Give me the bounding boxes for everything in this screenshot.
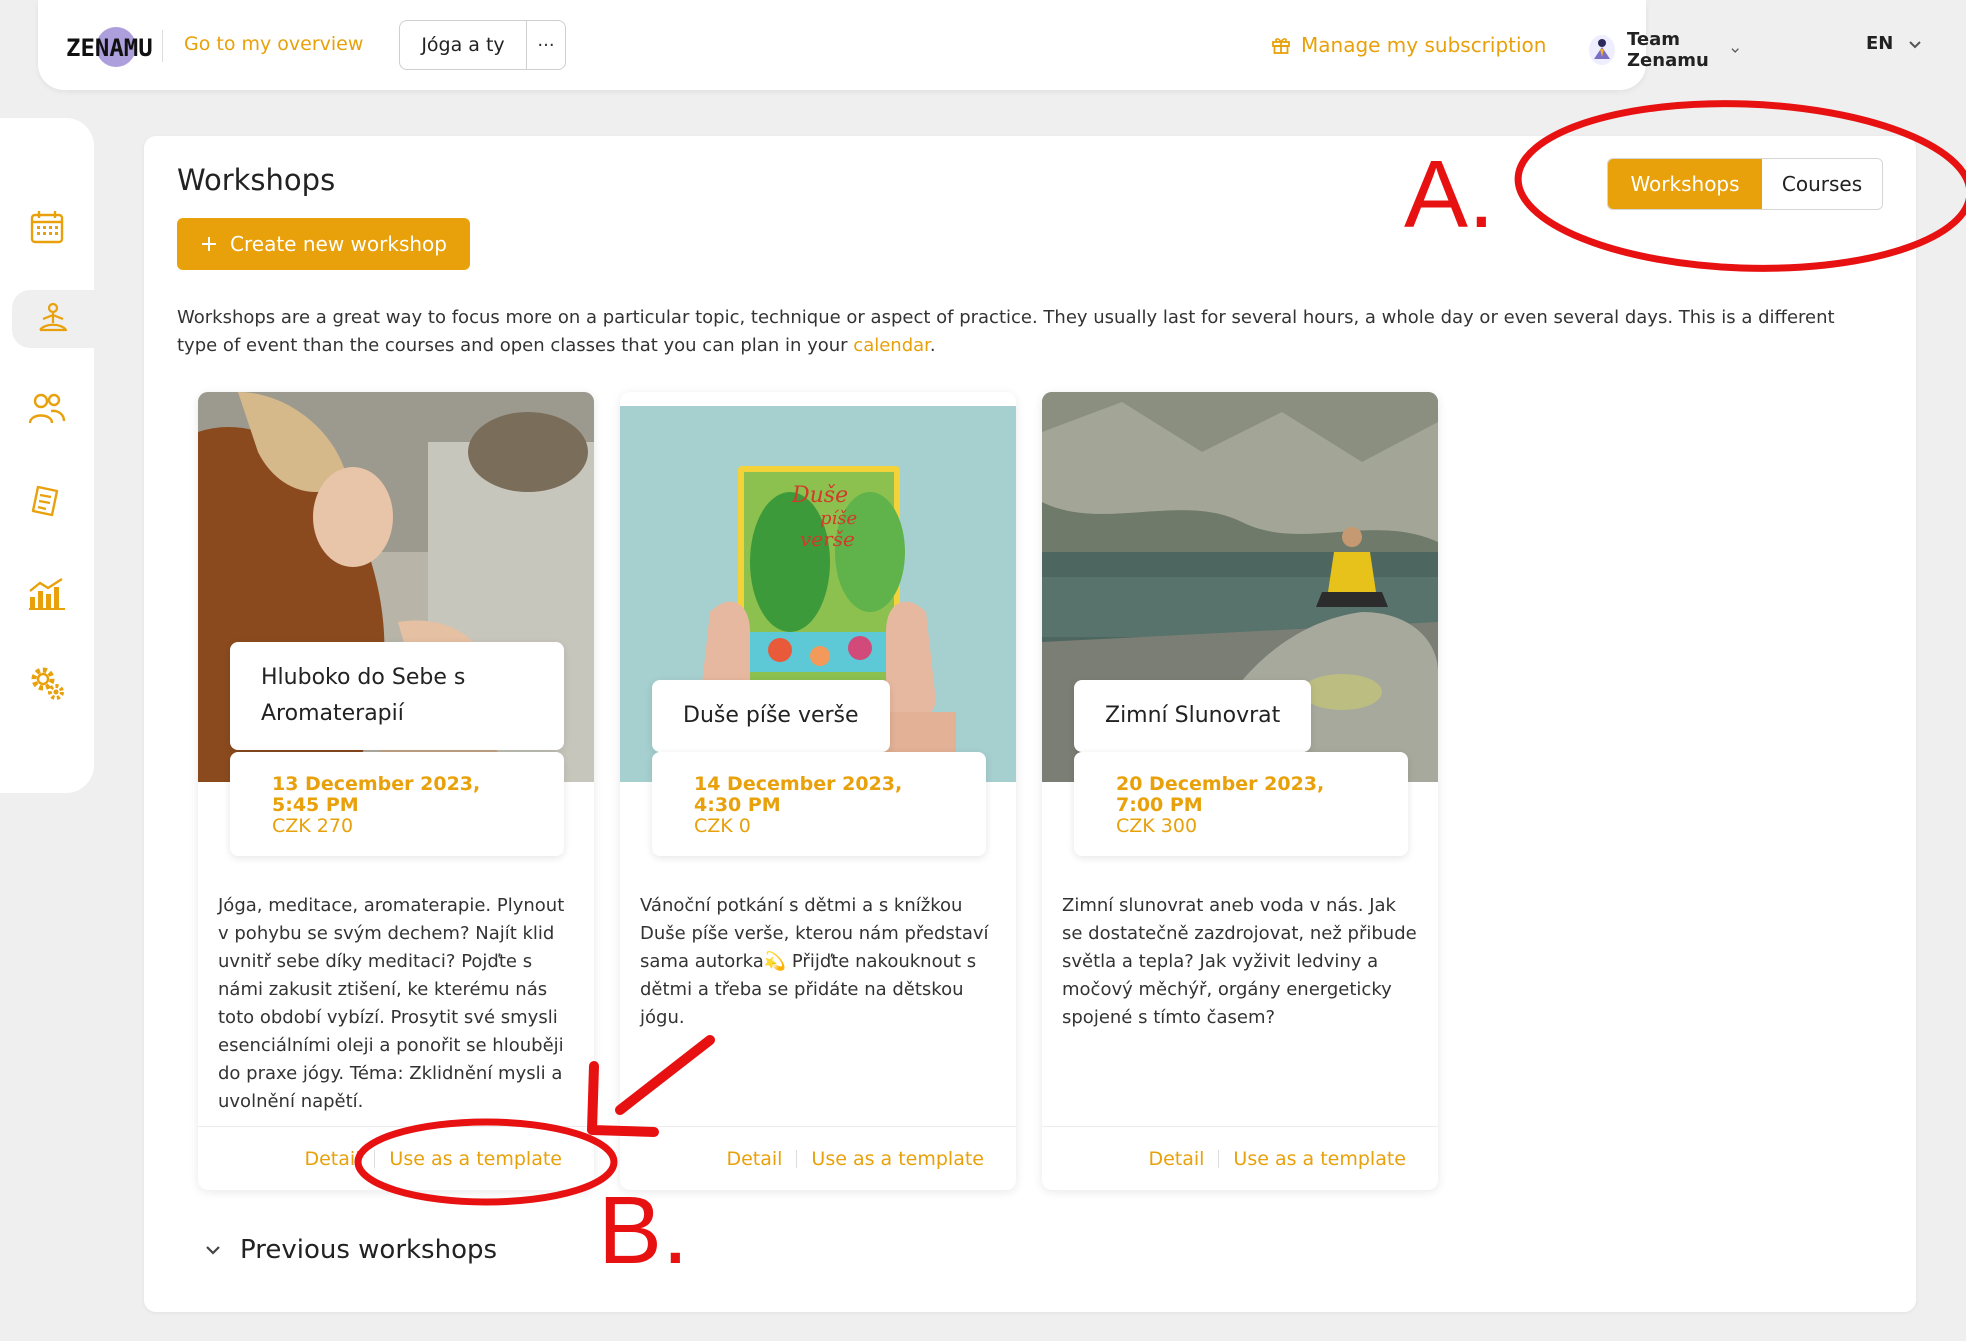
workshop-date-box: 20 December 2023, 7:00 PM CZK 300 [1074,752,1408,856]
workshop-title[interactable]: Zimní Slunovrat [1074,680,1312,752]
book-title-2: píše [820,508,857,529]
action-divider [1218,1149,1220,1168]
detail-link[interactable]: Detail [304,1148,360,1170]
settings-icon [31,667,64,700]
book-title-1: Duše [791,483,848,508]
workshop-date: 20 December 2023, 7:00 PM [1116,773,1325,816]
card-actions: Detail Use as a template [198,1126,594,1190]
workshops-courses-toggle[interactable]: Workshops Courses [1607,158,1883,210]
annotation-label-a: A. [1404,141,1495,248]
sidebar-item-statistics[interactable] [0,564,94,622]
annotation-label-b: B. [598,1177,689,1284]
chevron-down-icon [1731,48,1740,53]
previous-workshops-toggle[interactable]: Previous workshops [204,1235,497,1265]
workshop-description: Zimní slunovrat aneb voda v nás. Jak se … [1062,895,1417,1028]
sidebar-item-clients[interactable] [0,380,94,438]
chevron-down-icon [1909,40,1922,48]
calendar-link[interactable]: calendar [853,335,930,356]
book-title-3: verše [800,527,855,551]
tab-workshops[interactable]: Workshops [1608,159,1762,209]
plus-icon [202,237,217,251]
sidebar-item-calendar[interactable] [0,198,94,256]
workshop-description: Vánoční potkání s dětmi a s knížkou Duše… [640,895,989,1028]
chevron-down-icon [206,1246,220,1255]
action-divider [796,1149,798,1168]
meditation-icon [39,302,68,332]
card-actions: Detail Use as a template [1042,1126,1438,1190]
sidebar-item-notes[interactable] [0,472,94,530]
workshop-card[interactable]: Hluboko do Sebe s Aromaterapií 13 Decemb… [198,392,594,1190]
zenamu-logo[interactable]: ZENAMU [66,27,156,67]
manage-subscription-link[interactable]: Manage my subscription [1271,33,1546,57]
sidebar-item-workshops[interactable] [12,290,94,348]
action-divider [374,1149,376,1168]
stats-icon [29,577,65,610]
previous-workshops-label: Previous workshops [240,1235,498,1265]
use-as-template-link[interactable]: Use as a template [389,1148,562,1170]
workshop-date-box: 14 December 2023, 4:30 PM CZK 0 [652,752,986,856]
notes-icon [31,485,59,517]
yoga-figure-icon [1594,39,1610,59]
people-icon [28,393,66,424]
detail-link[interactable]: Detail [726,1148,782,1170]
logo-text: ZENAMU [66,34,153,62]
studio-switcher[interactable]: Jóga a ty ··· [399,20,566,70]
more-options-button[interactable]: ··· [527,21,565,69]
workshop-date-box: 13 December 2023, 5:45 PM CZK 270 [230,752,564,856]
header-divider [162,30,163,62]
create-workshop-button[interactable]: Create new workshop [177,218,470,270]
workshop-title[interactable]: Hluboko do Sebe s Aromaterapií [230,642,564,750]
top-bar: ZENAMU Go to my overview Jóga a ty ··· M… [38,0,1922,90]
team-menu[interactable]: Team Zenamu [1589,29,1741,71]
page-description: Workshops are a great way to focus more … [177,304,1877,360]
description-text: Workshops are a great way to focus more … [177,307,1835,356]
subscription-label: Manage my subscription [1301,33,1547,57]
create-button-label: Create new workshop [230,232,447,256]
workshop-date: 14 December 2023, 4:30 PM [694,773,903,816]
sidebar [0,118,94,793]
description-end: . [929,335,936,356]
tab-courses[interactable]: Courses [1762,159,1882,209]
use-as-template-link[interactable]: Use as a template [811,1148,984,1170]
studio-name[interactable]: Jóga a ty [400,21,527,69]
calendar-icon [30,211,64,244]
workshop-price: CZK 300 [1116,815,1198,837]
team-name: Team Zenamu [1627,29,1709,71]
go-to-overview-link[interactable]: Go to my overview [184,33,363,55]
workshop-date: 13 December 2023, 5:45 PM [272,773,481,816]
workshop-card[interactable]: Duše píše verše Duše píše verše 14 Decem… [620,392,1016,1190]
workshop-price: CZK 270 [272,815,354,837]
detail-link[interactable]: Detail [1148,1148,1204,1170]
workshop-card[interactable]: Zimní Slunovrat 20 December 2023, 7:00 P… [1042,392,1438,1190]
language-code: EN [1866,33,1894,54]
workshops-panel: Workshops Create new workshop Workshops … [144,136,1916,1312]
use-as-template-link[interactable]: Use as a template [1233,1148,1406,1170]
language-selector[interactable]: EN [1866,33,1923,54]
workshop-description: Jóga, meditace, aromaterapie. Plynout v … [218,895,565,1112]
page-title: Workshops [177,163,336,197]
sidebar-item-settings[interactable] [0,654,94,712]
workshop-price: CZK 0 [694,815,751,837]
gift-icon [1272,38,1290,54]
workshop-title[interactable]: Duše píše verše [652,680,890,752]
team-avatar [1589,35,1615,65]
